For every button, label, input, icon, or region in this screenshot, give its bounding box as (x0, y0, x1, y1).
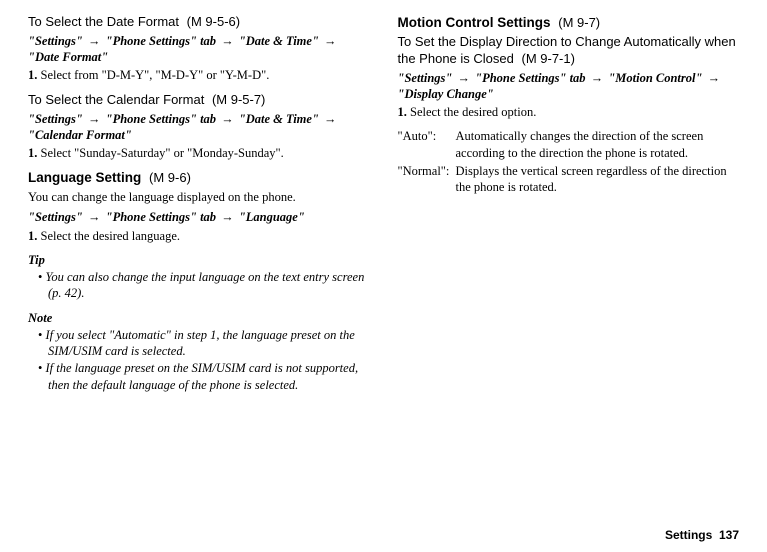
step-number: 1. (398, 105, 407, 119)
heading-text: Language Setting (28, 170, 141, 185)
page: To Select the Date Format (M 9-5-6) "Set… (0, 0, 767, 552)
definition-term: "Normal": (398, 163, 456, 196)
tip-item: You can also change the input language o… (28, 269, 370, 302)
definition-row: "Normal": Displays the vertical screen r… (398, 163, 740, 196)
tip-list: You can also change the input language o… (28, 269, 370, 302)
note-label: Note (28, 310, 370, 326)
path-seg: "Phone Settings" tab (106, 210, 216, 224)
step-number: 1. (28, 146, 37, 160)
path-seg: "Language" (239, 210, 305, 224)
arrow-icon: → (708, 71, 721, 85)
step-text: Select from "D-M-Y", "M-D-Y" or "Y-M-D". (41, 68, 270, 82)
definition-desc: Automatically changes the direction of t… (456, 128, 740, 161)
arrow-icon: → (324, 112, 337, 126)
footer-section: Settings (665, 528, 712, 542)
step-text: Select the desired language. (41, 229, 181, 243)
heading-date-format: To Select the Date Format (M 9-5-6) (28, 14, 370, 31)
menu-code: (M 9-5-7) (212, 92, 265, 107)
step: 1. Select the desired language. (28, 228, 370, 244)
arrow-icon: → (88, 210, 101, 224)
path-seg: "Calendar Format" (28, 128, 132, 142)
footer-page-number: 137 (719, 528, 739, 542)
arrow-icon: → (221, 210, 234, 224)
path-seg: "Date Format" (28, 50, 108, 64)
menu-code: (M 9-6) (149, 170, 191, 185)
page-footer: Settings 137 (665, 528, 739, 544)
path-seg: "Motion Control" (608, 71, 702, 85)
body-text: You can change the language displayed on… (28, 189, 370, 205)
path-seg: "Date & Time" (239, 112, 319, 126)
step: 1. Select "Sunday-Saturday" or "Monday-S… (28, 145, 370, 161)
definition-desc: Displays the vertical screen regardless … (456, 163, 740, 196)
definition-row: "Auto": Automatically changes the direct… (398, 128, 740, 161)
step-number: 1. (28, 68, 37, 82)
arrow-icon: → (324, 34, 337, 48)
path-seg: "Settings" (28, 34, 83, 48)
right-column: Motion Control Settings (M 9-7) To Set t… (384, 6, 740, 552)
path-seg: "Display Change" (398, 87, 494, 101)
heading-text: Motion Control Settings (398, 15, 551, 30)
definition-term: "Auto": (398, 128, 456, 161)
nav-path-motion-control: "Settings" → "Phone Settings" tab → "Mot… (398, 70, 740, 103)
arrow-icon: → (88, 34, 101, 48)
path-seg: "Settings" (28, 210, 83, 224)
path-seg: "Phone Settings" tab (475, 71, 585, 85)
heading-motion-control: Motion Control Settings (M 9-7) (398, 14, 740, 32)
menu-code: (M 9-5-6) (187, 14, 240, 29)
path-seg: "Settings" (398, 71, 453, 85)
nav-path-language: "Settings" → "Phone Settings" tab → "Lan… (28, 209, 370, 225)
menu-code: (M 9-7-1) (521, 51, 574, 66)
arrow-icon: → (591, 71, 604, 85)
path-seg: "Date & Time" (239, 34, 319, 48)
heading-calendar-format: To Select the Calendar Format (M 9-5-7) (28, 92, 370, 109)
arrow-icon: → (458, 71, 471, 85)
arrow-icon: → (221, 112, 234, 126)
nav-path-date-format: "Settings" → "Phone Settings" tab → "Dat… (28, 33, 370, 66)
heading-text: To Select the Date Format (28, 14, 179, 29)
path-seg: "Settings" (28, 112, 83, 126)
heading-language-setting: Language Setting (M 9-6) (28, 169, 370, 187)
path-seg: "Phone Settings" tab (106, 112, 216, 126)
note-item: If you select "Automatic" in step 1, the… (28, 327, 370, 360)
path-seg: "Phone Settings" tab (106, 34, 216, 48)
step: 1. Select the desired option. (398, 104, 740, 120)
arrow-icon: → (88, 112, 101, 126)
left-column: To Select the Date Format (M 9-5-6) "Set… (28, 6, 384, 552)
nav-path-calendar-format: "Settings" → "Phone Settings" tab → "Dat… (28, 111, 370, 144)
step-text: Select "Sunday-Saturday" or "Monday-Sund… (41, 146, 284, 160)
note-item: If the language preset on the SIM/USIM c… (28, 360, 370, 393)
step: 1. Select from "D-M-Y", "M-D-Y" or "Y-M-… (28, 67, 370, 83)
note-list: If you select "Automatic" in step 1, the… (28, 327, 370, 393)
arrow-icon: → (221, 34, 234, 48)
tip-label: Tip (28, 252, 370, 268)
heading-text: To Select the Calendar Format (28, 92, 204, 107)
step-text: Select the desired option. (410, 105, 536, 119)
step-number: 1. (28, 229, 37, 243)
menu-code: (M 9-7) (558, 15, 600, 30)
subheading-display-direction: To Set the Display Direction to Change A… (398, 34, 740, 68)
